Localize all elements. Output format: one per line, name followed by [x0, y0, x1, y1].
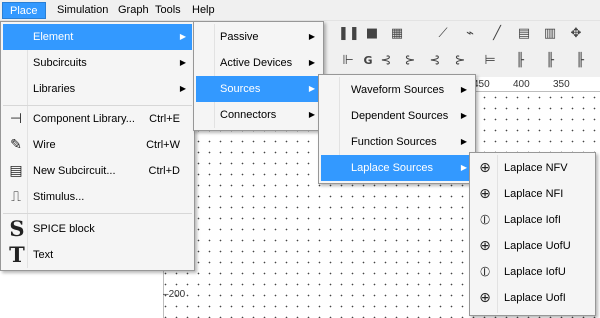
menu-item-passive[interactable]: Passive ▶: [196, 24, 321, 50]
menu-item-text[interactable]: T Text: [3, 242, 192, 268]
spice-s-icon: S: [9, 216, 25, 241]
menu-tools[interactable]: Tools: [148, 2, 188, 19]
laplace-submenu: ⊕ Laplace NFV ⊕ Laplace NFI ⦶ Laplace Io…: [469, 152, 596, 316]
wire-pencil-icon: ✎: [10, 137, 22, 153]
laplace-source-icon: ⊕: [479, 238, 491, 254]
menu-item-element[interactable]: Element ▶: [3, 24, 192, 50]
mosfet-n-icon[interactable]: ╟: [510, 51, 530, 71]
mosfet-p-icon[interactable]: ╟: [540, 51, 560, 71]
menu-item-connectors[interactable]: Connectors ▶: [196, 102, 321, 128]
menu-item-new-subcircuit[interactable]: ▤ New Subcircuit... Ctrl+D: [3, 158, 192, 184]
sources-submenu: Waveform Sources ▶ Dependent Sources ▶ Fun…: [318, 74, 476, 184]
menu-item-sources[interactable]: Sources ▶: [196, 76, 321, 102]
menu-item-spice-block[interactable]: S SPICE block: [3, 216, 192, 242]
place-menu: Element ▶ Subcircuits ▶ Libraries ▶ ⊣ Compo…: [0, 21, 195, 271]
laplace-source-icon: ⊕: [479, 160, 491, 176]
menu-help[interactable]: Help: [185, 2, 222, 19]
ruler-tick: 400: [513, 79, 530, 90]
menu-item-libraries[interactable]: Libraries ▶: [3, 76, 192, 102]
ruler-tick: 350: [553, 79, 570, 90]
menu-item-function-sources[interactable]: Function Sources ▶: [321, 129, 473, 155]
gnd-component-icon[interactable]: G: [358, 51, 378, 71]
subcircuit-icon: ▤: [9, 163, 23, 179]
element-submenu: Passive ▶ Active Devices ▶ Sources ▶ Connec…: [193, 21, 324, 131]
menu-item-laplace-nfv[interactable]: ⊕ Laplace NFV: [472, 155, 593, 181]
probe-icon[interactable]: ⌁: [460, 24, 480, 44]
menu-simulation[interactable]: Simulation: [50, 2, 115, 19]
laplace-source-icon: ⊕: [479, 186, 491, 202]
move-icon[interactable]: ✥: [566, 24, 586, 44]
mosfet-icon[interactable]: ╟: [570, 51, 590, 71]
text-t-icon: T: [9, 242, 25, 267]
chart-line-icon[interactable]: ⟋: [433, 24, 453, 44]
gate-icon[interactable]: ⊩: [338, 51, 358, 71]
laplace-current-source-icon: ⦶: [479, 264, 491, 280]
grid-small-icon[interactable]: ▥: [540, 24, 560, 44]
menu-item-active-devices[interactable]: Active Devices ▶: [196, 50, 321, 76]
menu-item-laplace-sources[interactable]: Laplace Sources ▶: [321, 155, 473, 181]
laplace-current-source-icon: ⦶: [479, 212, 491, 228]
menu-place[interactable]: Place: [2, 2, 46, 19]
menu-item-component-library[interactable]: ⊣ Component Library... Ctrl+E: [3, 106, 192, 132]
menu-item-stimulus[interactable]: ⎍ Stimulus...: [3, 184, 192, 210]
transistor-pnp2-icon[interactable]: ⊱: [450, 51, 470, 71]
menu-item-wire[interactable]: ✎ Wire Ctrl+W: [3, 132, 192, 158]
component-library-icon: ⊣: [9, 111, 23, 127]
menu-item-dependent-sources[interactable]: Dependent Sources ▶: [321, 103, 473, 129]
laplace-source-icon: ⊕: [479, 290, 491, 306]
ruler-tick-left: –200: [163, 289, 186, 300]
menu-item-laplace-iofi[interactable]: ⦶ Laplace IofI: [472, 207, 593, 233]
stop-icon[interactable]: ■: [362, 24, 382, 44]
menu-item-waveform-sources[interactable]: Waveform Sources ▶: [321, 77, 473, 103]
transistor-pnp-icon[interactable]: ⊱: [400, 51, 420, 71]
menu-item-laplace-nfi[interactable]: ⊕ Laplace NFI: [472, 181, 593, 207]
menu-bar: Place Simulation Graph Tools Help: [0, 0, 600, 21]
jfet-icon[interactable]: ⊨: [480, 51, 500, 71]
grid-icon[interactable]: ▤: [514, 24, 534, 44]
menu-item-laplace-uofi[interactable]: ⊕ Laplace UofI: [472, 285, 593, 311]
stimulus-icon: ⎍: [11, 189, 21, 205]
pause-icon[interactable]: ❚❚: [338, 24, 360, 44]
menu-item-laplace-iofu[interactable]: ⦶ Laplace IofU: [472, 259, 593, 285]
line-icon[interactable]: ╱: [487, 24, 507, 44]
menu-item-laplace-uofu[interactable]: ⊕ Laplace UofU: [472, 233, 593, 259]
menu-item-subcircuits[interactable]: Subcircuits ▶: [3, 50, 192, 76]
transistor-npn2-icon[interactable]: ⊰: [425, 51, 445, 71]
graph-icon[interactable]: ▦: [387, 24, 407, 44]
transistor-npn-icon[interactable]: ⊰: [376, 51, 396, 71]
